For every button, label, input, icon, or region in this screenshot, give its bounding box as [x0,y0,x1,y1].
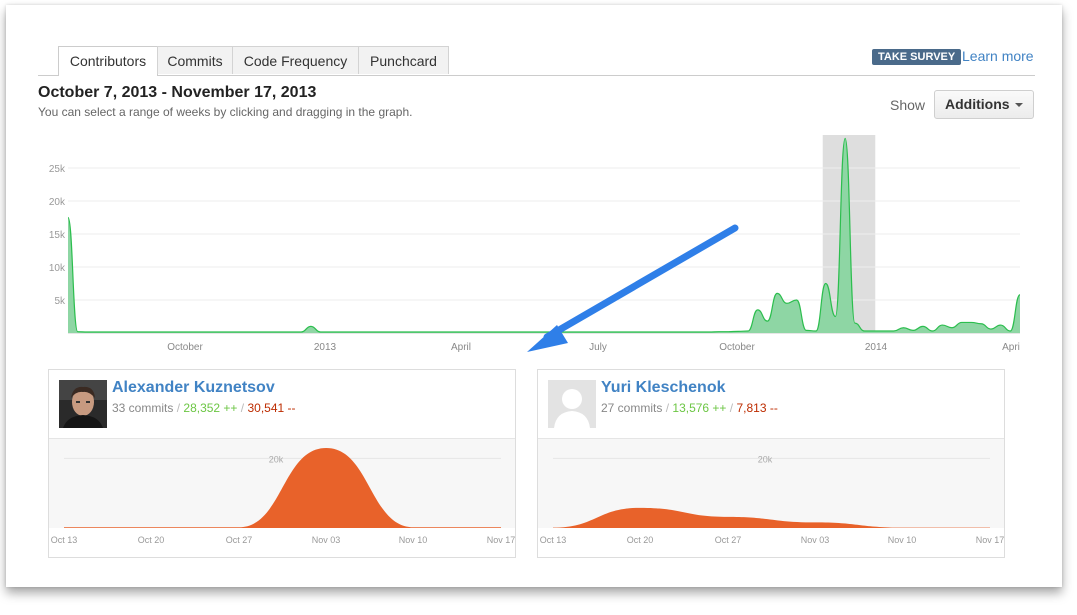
avatar[interactable] [59,380,107,428]
show-dropdown-value: Additions [945,96,1010,112]
contributor-card: Alexander Kuznetsov 33 commits / 28,352 … [48,369,516,558]
x-tick-label: Nov 03 [312,535,341,545]
commit-count[interactable]: 27 commits [601,401,662,415]
y-tick-label: 25k [49,164,66,175]
x-tick-label: Oct 13 [51,535,78,545]
contributor-card-header: Yuri Kleschenok 27 commits / 13,576 ++ /… [538,370,1004,439]
contributor-name[interactable]: Yuri Kleschenok [601,379,726,397]
caret-down-icon [1015,103,1023,107]
stats-separator: / [729,401,734,415]
show-label: Show [890,97,926,113]
contributor-stats: 33 commits / 28,352 ++ / 30,541 -- [112,401,296,415]
x-tick-label: Nov 10 [888,535,917,545]
y-tick-label: 20k [49,197,66,208]
stats-separator: / [665,401,670,415]
stats-separator: / [240,401,245,415]
contributor-chart: 20k Oct 13 Oct 20 Oct 27 Nov 03 Nov 10 Nov 17 [538,439,1004,545]
x-tick-label: April [451,342,471,353]
y-tick-label: 20k [758,454,773,464]
take-survey-badge[interactable]: TAKE SURVEY [872,49,962,65]
x-tick-label: Oct 20 [138,535,165,545]
deletions-count: 30,541 -- [247,401,296,415]
date-range-title: October 7, 2013 - November 17, 2013 [38,84,317,101]
x-tick-label: Oct 27 [715,535,742,545]
additions-line [67,137,1021,333]
show-dropdown-button[interactable]: Additions [934,90,1034,119]
x-tick-label: Nov 17 [487,535,515,545]
y-tick-label: 5k [54,296,66,307]
additions-count: 28,352 ++ [183,401,238,415]
y-tick-label: 15k [49,230,66,241]
tab-code-frequency[interactable]: Code Frequency [232,46,359,74]
x-tick-label: Oct 13 [540,535,567,545]
date-range-hint: You can select a range of weeks by click… [38,105,413,119]
contributor-card: Yuri Kleschenok 27 commits / 13,576 ++ /… [537,369,1005,558]
x-tick-label: 2013 [314,342,337,353]
contributor-name[interactable]: Alexander Kuznetsov [112,379,275,397]
deletions-count: 7,813 -- [736,401,778,415]
x-tick-label: Nov 03 [801,535,830,545]
contributor-chart: 20k Oct 13 Oct 20 Oct 27 Nov 03 Nov 10 Nov 17 [49,439,515,545]
contributor-card-header: Alexander Kuznetsov 33 commits / 28,352 … [49,370,515,439]
tab-commits[interactable]: Commits [157,46,233,74]
tab-punchcard[interactable]: Punchcard [358,46,449,74]
x-tick-label: July [589,342,607,353]
learn-more-link[interactable]: Learn more [962,48,1034,64]
x-tick-label: Oct 27 [226,535,253,545]
y-tick-label: 20k [269,454,284,464]
x-tick-label: Nov 17 [976,535,1004,545]
x-tick-label: 2014 [865,342,888,353]
x-tick-label: Nov 10 [399,535,428,545]
x-tick-label: October [719,342,755,353]
default-avatar-icon[interactable] [548,380,596,428]
x-tick-label: Oct 20 [627,535,654,545]
stats-separator: / [176,401,181,415]
contributor-stats: 27 commits / 13,576 ++ / 7,813 -- [601,401,778,415]
additions-count: 13,576 ++ [672,401,727,415]
commit-count[interactable]: 33 commits [112,401,173,415]
x-tick-label: Apri [1002,342,1020,353]
tab-contributors[interactable]: Contributors [58,46,158,76]
y-tick-label: 10k [49,263,66,274]
contributions-chart[interactable]: 5k 10k 15k 20k 25k October 2013 April July Octobe… [38,130,1028,355]
x-tick-label: October [167,342,203,353]
